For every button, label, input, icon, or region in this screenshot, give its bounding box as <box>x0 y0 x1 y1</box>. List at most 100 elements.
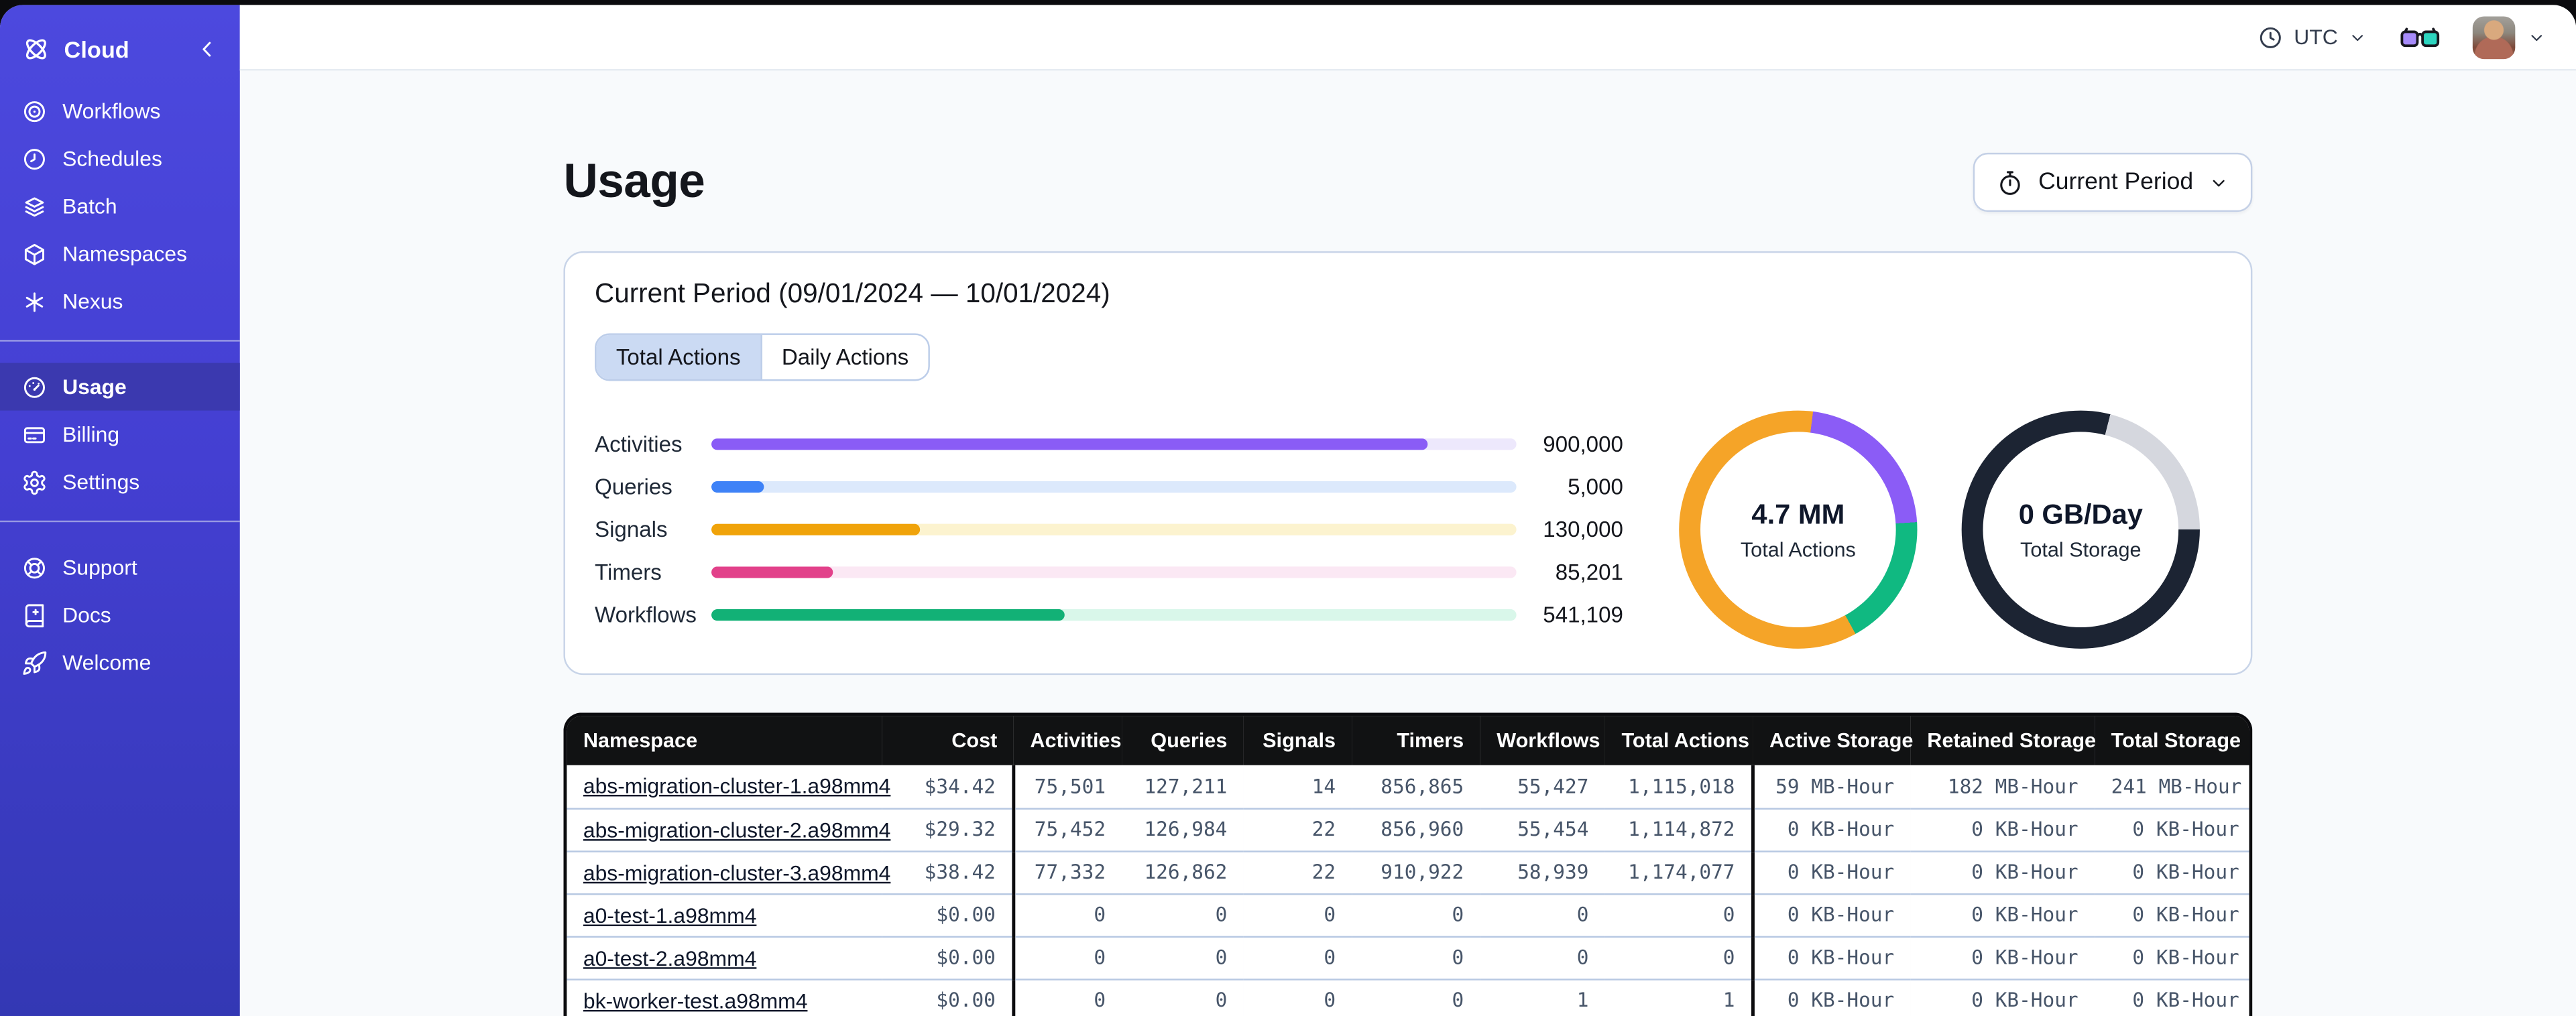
table-cell: 0 KB-Hour <box>2095 850 2249 893</box>
table-cell: 0 KB-Hour <box>2095 892 2249 936</box>
column-header: Signals <box>1243 716 1352 765</box>
sidebar-item-welcome[interactable]: Welcome <box>0 639 240 686</box>
sidebar-item-docs[interactable]: Docs <box>0 591 240 639</box>
table-row: a0-test-2.a98mm4 $0.00 0 0 0 0 0 0 0 KB-Hour 0 KB… <box>567 935 2249 979</box>
nexus-icon <box>21 288 48 314</box>
timezone-label: UTC <box>2294 24 2338 50</box>
namespace-link[interactable]: abs-migration-cluster-1.a98mm4 <box>583 774 891 799</box>
table-cell: 856,960 <box>1352 807 1480 851</box>
avatar <box>2472 15 2516 58</box>
namespace-link[interactable]: a0-test-1.a98mm4 <box>583 902 757 927</box>
table-cell: 0 <box>1243 978 1352 1016</box>
bar-value: 130,000 <box>1543 517 1623 542</box>
donut-chart: 0 GB/Day Total Storage <box>1961 410 2200 649</box>
table-cell: 1,114,872 <box>1604 807 1755 851</box>
bar-track <box>711 523 1517 535</box>
table-cell: 55,427 <box>1480 765 1605 808</box>
bar-value: 541,109 <box>1543 602 1623 628</box>
namespace-link[interactable]: abs-migration-cluster-2.a98mm4 <box>583 817 891 842</box>
timezone-selector[interactable]: UTC <box>2258 24 2367 50</box>
temporal-logo-icon <box>21 34 51 64</box>
namespace-link[interactable]: a0-test-2.a98mm4 <box>583 945 757 970</box>
sidebar-item-support[interactable]: Support <box>0 544 240 591</box>
table-cell: $0.00 <box>882 892 1016 936</box>
donut-label: Total Actions <box>1740 537 1856 561</box>
brand-label: Cloud <box>64 36 129 63</box>
workflows-icon <box>21 98 48 124</box>
table-cell: 0 <box>1122 892 1244 936</box>
table-cell: 1,115,018 <box>1604 765 1755 808</box>
sidebar-item-batch[interactable]: Batch <box>0 182 240 230</box>
table-cell: 0 <box>1480 892 1605 936</box>
table-cell: 0 KB-Hour <box>1753 935 1911 979</box>
bar-row: Queries 5,000 <box>595 466 1623 509</box>
namespace-cell: a0-test-1.a98mm4 <box>567 892 882 936</box>
sidebar-divider <box>0 340 240 342</box>
sidebar-item-namespaces[interactable]: Namespaces <box>0 230 240 277</box>
account-menu[interactable] <box>2472 15 2546 58</box>
column-header: Retained Storage <box>1910 716 2096 765</box>
table-cell: $38.42 <box>882 850 1016 893</box>
namespace-link[interactable]: abs-migration-cluster-3.a98mm4 <box>583 860 891 885</box>
stopwatch-icon <box>1995 168 2024 196</box>
bar-label: Queries <box>595 474 672 499</box>
sidebar-item-workflows[interactable]: Workflows <box>0 87 240 135</box>
page-title: Usage <box>563 155 705 208</box>
bar-label: Activities <box>595 432 683 457</box>
labs-toggle-button[interactable] <box>2400 25 2440 50</box>
tab-total-actions[interactable]: Total Actions <box>596 334 760 380</box>
sidebar-item-schedules[interactable]: Schedules <box>0 135 240 182</box>
schedules-icon <box>21 145 48 172</box>
sidebar-item-nexus[interactable]: Nexus <box>0 277 240 325</box>
table-cell: $0.00 <box>882 978 1016 1016</box>
table-cell: 59 MB-Hour <box>1753 765 1911 808</box>
welcome-icon <box>21 649 48 676</box>
sidebar-item-label: Usage <box>62 374 127 399</box>
table-cell: 0 <box>1352 935 1480 979</box>
batch-icon <box>21 193 48 219</box>
tab-daily-actions[interactable]: Daily Actions <box>760 334 929 380</box>
namespace-link[interactable]: bk-worker-test.a98mm4 <box>583 988 808 1013</box>
sidebar-item-label: Nexus <box>62 289 123 314</box>
table-cell: 0 KB-Hour <box>1910 850 2095 893</box>
table-cell: 1,174,077 <box>1604 850 1755 893</box>
sidebar-item-usage[interactable]: Usage <box>0 363 240 411</box>
chevron-down-icon <box>2527 27 2546 46</box>
table-cell: 0 <box>1604 935 1755 979</box>
namespaces-icon <box>21 241 48 267</box>
sidebar-item-label: Workflows <box>62 99 161 123</box>
usage-donut-charts: 4.7 MM Total Actions 0 GB/Day Total Storage <box>1679 410 2200 649</box>
namespace-cell: bk-worker-test.a98mm4 <box>567 978 882 1016</box>
table-cell: 58,939 <box>1480 850 1605 893</box>
sidebar-collapse-button[interactable] <box>194 36 220 62</box>
period-selector-button[interactable]: Current Period <box>1973 152 2253 212</box>
table-cell: 0 <box>1604 892 1755 936</box>
column-header: Total Storage <box>2095 716 2249 765</box>
usage-icon <box>21 373 48 399</box>
app-window: Cloud Workflows Schedules Batch Namespaces N… <box>0 5 2576 1016</box>
card-heading: Current Period (09/01/2024 — 10/01/2024) <box>595 279 1110 309</box>
bar-row: Signals 130,000 <box>595 508 1623 551</box>
sidebar: Cloud Workflows Schedules Batch Namespaces N… <box>0 5 240 1016</box>
table-cell: 0 KB-Hour <box>1910 892 2095 936</box>
sidebar-item-settings[interactable]: Settings <box>0 458 240 506</box>
sidebar-item-label: Settings <box>62 469 140 495</box>
table-cell: 910,922 <box>1352 850 1480 893</box>
bar-row: Workflows 541,109 <box>595 594 1623 637</box>
column-header: Cost <box>882 716 1014 765</box>
sidebar-item-billing[interactable]: Billing <box>0 411 240 458</box>
namespace-cell: abs-migration-cluster-2.a98mm4 <box>567 807 890 851</box>
table-cell: 0 <box>1243 935 1352 979</box>
chevron-down-icon <box>2208 172 2229 193</box>
table-cell: 0 KB-Hour <box>2095 978 2249 1016</box>
table-cell: 0 <box>1243 892 1352 936</box>
table-cell: 0 KB-Hour <box>1910 978 2095 1016</box>
table-cell: 22 <box>1243 807 1352 851</box>
bar-value: 900,000 <box>1543 432 1623 457</box>
table-cell: 0 <box>1013 978 1122 1016</box>
billing-icon <box>21 422 48 448</box>
sidebar-item-label: Billing <box>62 422 120 447</box>
table-row: bk-worker-test.a98mm4 $0.00 0 0 0 0 1 1 0 KB-Hou… <box>567 978 2249 1016</box>
topbar: UTC <box>239 5 2576 71</box>
column-header: Queries <box>1122 716 1244 765</box>
